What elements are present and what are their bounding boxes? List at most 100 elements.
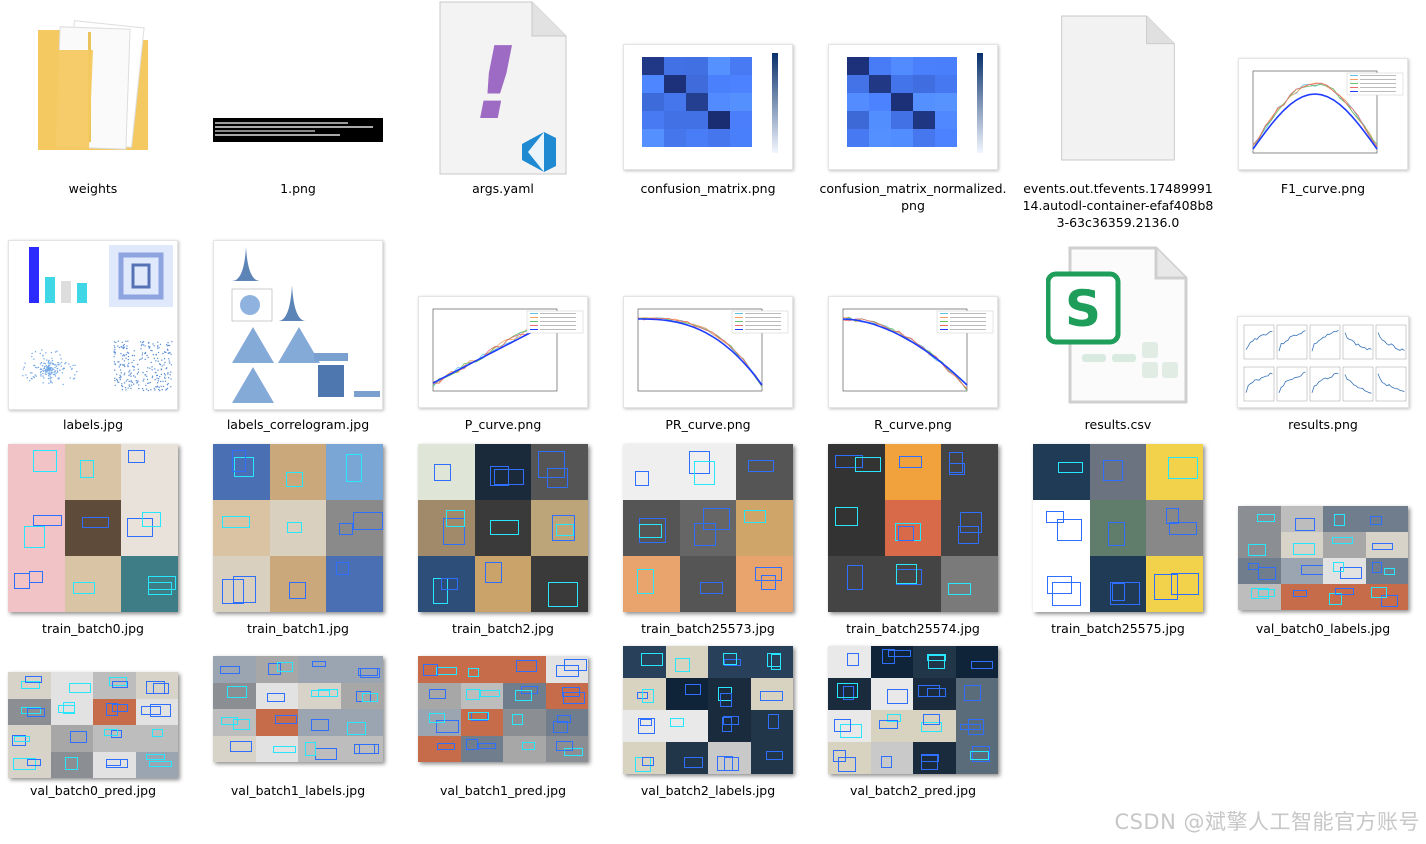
file-item[interactable]: labels.jpg [0, 236, 193, 432]
file-thumbnail [213, 8, 383, 178]
file-name-label: confusion_matrix_normalized.png [819, 181, 1007, 213]
file-thumbnail [828, 44, 998, 170]
file-name-label: F1_curve.png [1280, 181, 1366, 196]
svg-text:!: ! [473, 25, 519, 142]
image-grid [828, 444, 998, 612]
file-name-label: P_curve.png [464, 417, 542, 432]
file-thumbnail [8, 672, 178, 778]
curve-plot-thumbnail [829, 297, 997, 407]
file-thumbnail [828, 444, 998, 612]
file-item[interactable]: train_batch25575.jpg [1018, 440, 1218, 636]
curve-plot-thumbnail [419, 297, 587, 407]
image-grid [828, 646, 998, 774]
file-item[interactable]: train_batch25574.jpg [813, 440, 1013, 636]
file-item[interactable]: train_batch0.jpg [0, 440, 193, 636]
file-name-label: train_batch25574.jpg [846, 621, 980, 636]
file-thumbnail [623, 444, 793, 612]
file-thumbnail [8, 444, 178, 612]
image-grid [623, 444, 793, 612]
file-name-label: results.csv [1084, 417, 1152, 432]
file-name-label: val_batch0_pred.jpg [29, 783, 156, 798]
image-grid [213, 656, 383, 762]
file-name-label: weights [68, 181, 118, 196]
image-grid [623, 646, 793, 774]
file-item[interactable]: val_batch2_labels.jpg [608, 644, 808, 798]
file-item[interactable]: val_batch1_pred.jpg [403, 644, 603, 798]
file-thumbnail [418, 444, 588, 612]
file-item[interactable]: weights [0, 0, 193, 196]
curve-plot-thumbnail [624, 297, 792, 407]
file-thumbnail [828, 646, 998, 774]
file-item[interactable]: confusion_matrix_normalized.png [813, 0, 1013, 214]
file-item[interactable]: S results.csv [1018, 236, 1218, 432]
file-name-label: val_batch1_pred.jpg [439, 783, 566, 798]
file-item[interactable]: val_batch2_pred.jpg [813, 644, 1013, 798]
file-name-label: val_batch2_labels.jpg [640, 783, 776, 798]
file-name-label: 1.png [280, 181, 316, 196]
file-name-label: val_batch1_labels.jpg [230, 783, 366, 798]
file-item[interactable]: train_batch1.jpg [198, 440, 398, 636]
file-thumbnail: ! [438, 0, 568, 176]
file-name-label: train_batch2.jpg [452, 621, 554, 636]
image-grid [1033, 444, 1203, 612]
file-thumbnail [1033, 444, 1203, 612]
file-thumbnail [623, 44, 793, 170]
file-item[interactable]: val_batch0_labels.jpg [1223, 440, 1423, 676]
file-item[interactable]: ! args.yaml [403, 0, 603, 196]
file-thumbnail [1237, 316, 1409, 408]
image-grid [418, 656, 588, 762]
terminal-screenshot [213, 118, 383, 142]
image-grid [8, 444, 178, 612]
file-thumbnail [23, 10, 163, 180]
yaml-file-icon: ! [439, 1, 567, 175]
file-thumbnail [1058, 8, 1178, 168]
confusion-matrix-thumbnail [624, 45, 792, 169]
file-thumbnail [623, 646, 793, 774]
file-thumbnail [623, 296, 793, 408]
file-name-label: args.yaml [472, 181, 534, 196]
image-grid [8, 672, 178, 778]
file-thumbnail [828, 296, 998, 408]
file-name-label: train_batch25575.jpg [1051, 621, 1185, 636]
file-item[interactable]: train_batch25573.jpg [608, 440, 808, 636]
file-thumbnail [1238, 506, 1408, 610]
confusion-matrix-thumbnail [829, 45, 997, 169]
file-name-label: labels.jpg [62, 417, 124, 432]
file-item[interactable]: labels_correlogram.jpg [198, 236, 398, 432]
file-name-label: val_batch0_labels.jpg [1255, 621, 1391, 636]
correlogram-thumbnail [214, 241, 382, 409]
file-item[interactable]: PR_curve.png [608, 236, 808, 466]
file-thumbnail [418, 656, 588, 762]
image-grid [1238, 506, 1408, 610]
file-thumbnail: S [1045, 244, 1191, 404]
file-name-label: R_curve.png [874, 417, 952, 432]
folder-icon [38, 20, 148, 150]
image-grid [418, 444, 588, 612]
file-thumbnail [8, 240, 178, 410]
file-item[interactable]: val_batch0_pred.jpg [0, 644, 193, 802]
file-thumbnail [213, 444, 383, 612]
curve-plot-thumbnail [1239, 59, 1407, 169]
csdn-watermark: CSDN @斌擎人工智能官方账号 [1114, 810, 1420, 834]
file-name-label: PR_curve.png [665, 417, 751, 432]
file-thumbnail [1238, 58, 1408, 170]
labels-thumbnail [9, 241, 177, 409]
file-name-label: confusion_matrix.png [640, 181, 776, 196]
file-thumbnail [418, 296, 588, 408]
file-name-label: train_batch0.jpg [42, 621, 144, 636]
svg-text:S: S [1064, 280, 1100, 338]
file-item[interactable]: F1_curve.png [1223, 0, 1423, 228]
file-item[interactable]: P_curve.png [403, 236, 603, 466]
file-item[interactable]: 1.png [198, 0, 398, 196]
results-plot-thumbnail [1238, 317, 1408, 407]
file-item[interactable]: confusion_matrix.png [608, 0, 808, 214]
file-item[interactable]: val_batch1_labels.jpg [198, 644, 398, 798]
file-thumbnail [213, 656, 383, 762]
file-name-label: train_batch1.jpg [247, 621, 349, 636]
file-item[interactable]: R_curve.png [813, 236, 1013, 466]
file-item[interactable]: events.out.tfevents.1748999114.autodl-co… [1018, 0, 1218, 230]
csv-file-icon: S [1045, 246, 1187, 404]
file-item[interactable]: train_batch2.jpg [403, 440, 603, 636]
file-name-label: train_batch25573.jpg [641, 621, 775, 636]
file-name-label: results.png [1288, 417, 1358, 432]
